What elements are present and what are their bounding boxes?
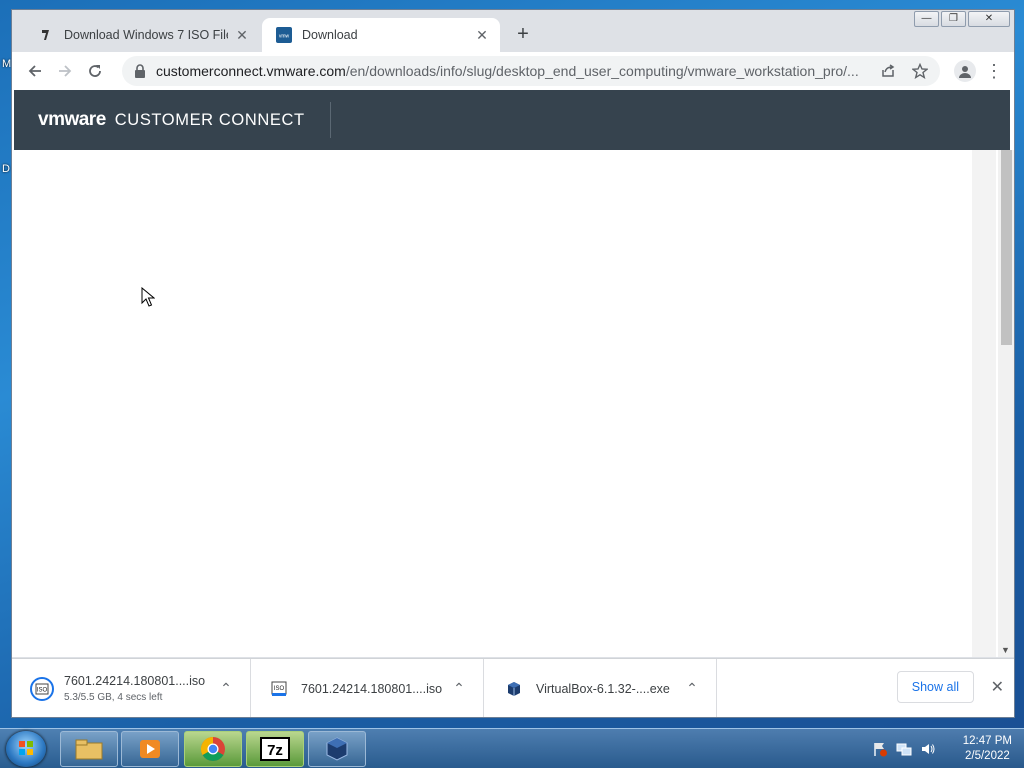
chevron-up-icon[interactable]: ⌃	[447, 680, 471, 697]
back-button[interactable]	[20, 56, 50, 86]
taskbar: 7z 12:47 PM 2/5/2022	[0, 728, 1024, 768]
svg-text:ISO: ISO	[274, 686, 285, 692]
taskbar-media-player[interactable]	[121, 731, 179, 767]
header-divider	[330, 102, 331, 138]
address-bar[interactable]: customerconnect.vmware.com/en/downloads/…	[122, 56, 940, 86]
7zip-icon: 7z	[260, 737, 290, 761]
system-tray	[872, 741, 936, 757]
start-button[interactable]	[6, 731, 46, 767]
download-filename: 7601.24214.180801....iso	[301, 681, 443, 696]
tab-download[interactable]: vmw Download ✕	[262, 18, 500, 52]
chevron-up-icon[interactable]: ⌃	[680, 680, 704, 697]
page-viewport: vmware CUSTOMER CONNECT ▼	[12, 90, 1014, 657]
page-gutter	[972, 150, 996, 657]
vmware-favicon-icon: vmw	[276, 27, 292, 43]
scroll-down-arrow-icon[interactable]: ▼	[1001, 645, 1010, 655]
tab-favicon-icon	[38, 27, 54, 43]
tab-windows7-iso[interactable]: Download Windows 7 ISO File (U ✕	[24, 18, 260, 52]
forward-button[interactable]	[50, 56, 80, 86]
chevron-up-icon[interactable]: ⌃	[214, 680, 238, 697]
svg-text:7z: 7z	[267, 742, 283, 759]
menu-kebab-icon[interactable]: ⋮	[984, 56, 1004, 86]
download-filename: 7601.24214.180801....iso	[64, 674, 206, 688]
reload-icon	[89, 65, 101, 77]
action-center-flag-icon[interactable]	[872, 741, 888, 757]
taskbar-virtualbox[interactable]	[308, 731, 366, 767]
desktop-icon-label-d: D	[2, 163, 10, 175]
folder-icon	[75, 739, 103, 760]
url-host: customerconnect.vmware.com	[156, 63, 346, 79]
mouse-cursor-icon	[141, 287, 155, 307]
customer-connect-label: CUSTOMER CONNECT	[114, 111, 305, 129]
close-shelf-icon[interactable]: ✕	[991, 677, 1004, 697]
network-icon[interactable]	[896, 741, 912, 757]
tab-strip: Download Windows 7 ISO File (U ✕ vmw Dow…	[12, 18, 1014, 52]
download-filename: VirtualBox-6.1.32-....exe	[536, 681, 670, 696]
lock-icon[interactable]	[132, 63, 148, 79]
tab-title: Download	[302, 28, 358, 42]
iso-disc-icon: ISO	[30, 676, 54, 701]
url-path: /en/downloads/info/slug/desktop_end_user…	[345, 63, 859, 79]
share-icon[interactable]	[878, 61, 898, 81]
vertical-scrollbar[interactable]: ▼	[998, 150, 1014, 657]
taskbar-7zip[interactable]: 7z	[246, 731, 304, 767]
download-status: 5.3/5.5 GB, 4 secs left	[64, 692, 163, 703]
vmware-header: vmware CUSTOMER CONNECT	[14, 90, 1010, 150]
download-shelf: ISO 7601.24214.180801....iso 5.3/5.5 GB,…	[12, 658, 1014, 717]
new-tab-button[interactable]: +	[512, 24, 534, 46]
reload-button[interactable]	[80, 56, 110, 86]
back-arrow-icon	[28, 65, 41, 77]
virtualbox-taskbar-icon	[326, 737, 348, 761]
volume-icon[interactable]	[920, 741, 936, 757]
scrollbar-thumb[interactable]	[1001, 150, 1012, 345]
svg-text:ISO: ISO	[37, 687, 48, 693]
download-item[interactable]: ISO 7601.24214.180801....iso ⌃	[251, 658, 484, 717]
bookmark-star-icon[interactable]	[910, 61, 930, 81]
tab-close-icon[interactable]: ✕	[234, 27, 250, 44]
download-item[interactable]: ISO 7601.24214.180801....iso 5.3/5.5 GB,…	[12, 658, 251, 717]
svg-text:vmw: vmw	[279, 34, 290, 40]
taskbar-chrome[interactable]	[184, 731, 242, 767]
tab-close-icon[interactable]: ✕	[474, 27, 490, 44]
url-text: customerconnect.vmware.com/en/downloads/…	[156, 63, 868, 79]
taskbar-explorer[interactable]	[60, 731, 118, 767]
download-item[interactable]: VirtualBox-6.1.32-....exe ⌃	[484, 658, 717, 717]
media-player-icon	[140, 740, 160, 758]
clock-date: 2/5/2022	[965, 750, 1010, 762]
page-body	[14, 150, 972, 657]
forward-arrow-icon	[59, 65, 72, 77]
browser-toolbar: customerconnect.vmware.com/en/downloads/…	[12, 52, 1014, 90]
windows-logo-icon	[19, 741, 33, 755]
browser-window: — ❐ ✕ Download Windows 7 ISO File (U ✕ v…	[11, 9, 1015, 718]
clock-time: 12:47 PM	[962, 735, 1012, 747]
tab-title: Download Windows 7 ISO File (U	[64, 28, 228, 42]
vmware-brand: vmware	[38, 109, 106, 130]
virtualbox-icon	[502, 677, 526, 701]
profile-avatar-icon[interactable]	[954, 60, 976, 82]
desktop-icon-label-m: M	[2, 58, 12, 70]
chrome-icon	[200, 737, 225, 762]
vmware-logo[interactable]: vmware CUSTOMER CONNECT	[38, 109, 305, 131]
show-all-button[interactable]: Show all	[896, 671, 974, 703]
iso-file-icon: ISO	[267, 677, 291, 701]
taskbar-clock[interactable]: 12:47 PM 2/5/2022	[963, 734, 1012, 764]
